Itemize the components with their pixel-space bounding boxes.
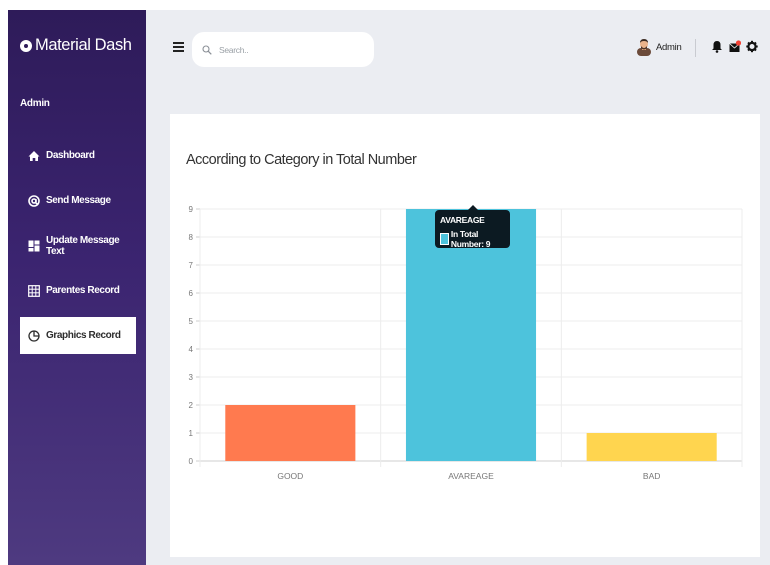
gear-icon[interactable] (746, 40, 758, 53)
y-tick-label: 5 (189, 317, 194, 326)
x-tick-label: AVAREAGE (448, 471, 494, 481)
avatar (637, 39, 651, 56)
y-tick-label: 7 (189, 261, 194, 270)
dashboard-icon (28, 240, 40, 252)
tooltip-title: AVAREAGE (440, 215, 485, 225)
search-icon (202, 44, 212, 55)
y-tick-label: 3 (189, 373, 194, 382)
sidebar-item-label: Parentes Record (46, 285, 120, 296)
sidebar-item-graphics-record[interactable]: Graphics Record (20, 317, 136, 354)
tooltip-label: In Total Number: 9 (450, 229, 491, 249)
search-box[interactable] (192, 32, 374, 67)
toolbar-divider (695, 39, 696, 57)
x-tick-label: GOOD (277, 471, 303, 481)
profile-menu[interactable]: Admin (636, 38, 682, 56)
y-tick-label: 9 (189, 205, 194, 214)
at-icon (28, 194, 40, 207)
y-tick-label: 6 (189, 289, 194, 298)
y-tick-label: 8 (189, 233, 194, 242)
sidebar-item-label: Update Message Text (46, 234, 120, 257)
tooltip-row: In Total Number: 9 (440, 229, 510, 249)
sidebar-user: Admin (20, 98, 50, 109)
search-input[interactable] (217, 43, 361, 56)
y-tick-label: 0 (189, 457, 194, 466)
bell-icon[interactable] (711, 40, 723, 53)
y-tick-label: 1 (189, 429, 194, 438)
sidebar-nav: Dashboard Send Message Update Message Te… (20, 137, 136, 362)
bar-chart: 0 1 2 3 4 5 6 7 8 9 GOOD AVAREAGE BAD (189, 205, 743, 481)
home-icon (28, 150, 40, 162)
sidebar-item-update-message-text[interactable]: Update Message Text (20, 227, 136, 264)
app-frame: Material Dash Admin Dashboard Send Messa… (8, 10, 770, 565)
sidebar-item-label: Send Message (46, 195, 111, 206)
sidebar-item-label: Graphics Record (46, 330, 121, 341)
sidebar-item-parentes-record[interactable]: Parentes Record (20, 272, 136, 309)
brand[interactable]: Material Dash (20, 36, 132, 55)
menu-toggle-icon[interactable] (173, 42, 184, 52)
sidebar-item-dashboard[interactable]: Dashboard (20, 137, 136, 174)
bar-bad (586, 433, 717, 461)
sidebar: Material Dash Admin Dashboard Send Messa… (8, 10, 146, 565)
sidebar-item-send-message[interactable]: Send Message (20, 182, 136, 219)
logo-icon (20, 39, 32, 52)
x-tick-label: BAD (643, 471, 660, 481)
mail-icon[interactable] (729, 40, 742, 53)
pie-chart-icon (28, 329, 40, 342)
grid-icon (28, 284, 40, 297)
y-tick-label: 2 (189, 401, 194, 410)
tooltip-swatch (440, 233, 449, 245)
sidebar-item-label: Dashboard (46, 150, 95, 161)
brand-name: Material Dash (35, 36, 132, 54)
bar-good (225, 405, 356, 461)
profile-name: Admin (656, 41, 682, 53)
chart-tooltip: AVAREAGE In Total Number: 9 (435, 205, 510, 249)
top-bar: Admin (146, 10, 770, 88)
chart-card: According to Category in Total Number 01… (170, 114, 760, 557)
y-tick-label: 4 (189, 345, 194, 354)
